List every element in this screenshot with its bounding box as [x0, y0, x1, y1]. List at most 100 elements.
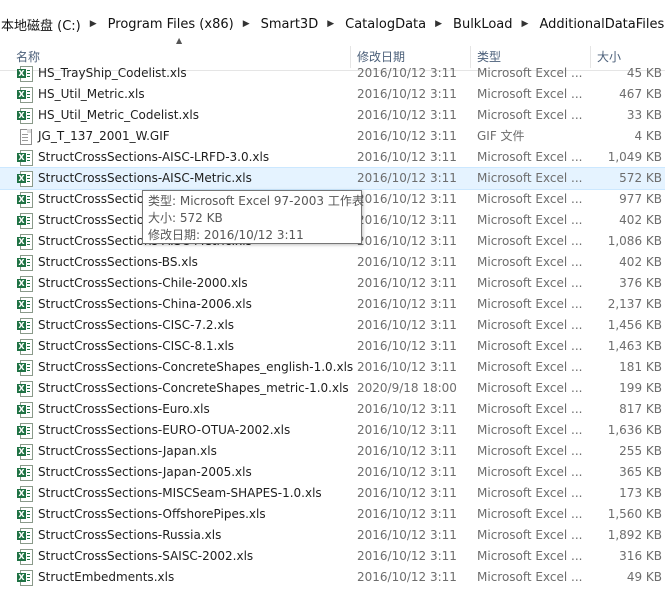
file-row[interactable]: X StructCrossSections-Euro.xls 2016/10/12 …: [0, 399, 665, 420]
address-bar[interactable]: 本地磁盘 (C:) ▶ Program Files (x86) ▶ Smart3D ▶ Ca…: [0, 0, 665, 44]
file-name: StructCrossSections-MISCSeam-SHAPES-1.0.…: [38, 486, 322, 500]
file-name: StructCrossSections-OffshorePipes.xls: [38, 507, 266, 521]
chevron-right-icon[interactable]: ▶: [522, 19, 529, 29]
chevron-right-icon[interactable]: ▶: [243, 19, 250, 29]
file-type: Microsoft Excel ...: [477, 360, 583, 374]
chevron-right-icon[interactable]: ▶: [90, 19, 97, 29]
file-date: 2016/10/12 3:11: [357, 108, 457, 122]
file-size: 4 KB: [634, 129, 662, 143]
file-row[interactable]: X StructCrossSections-ConcreteShapes_metr…: [0, 378, 665, 399]
file-row[interactable]: X StructCrossSections-AISC-Metric.xls 2016…: [0, 167, 665, 190]
file-type: Microsoft Excel ...: [477, 150, 583, 164]
file-date: 2016/10/12 3:11: [357, 213, 457, 227]
file-name: StructCrossSections-AISC-Metric.xls: [38, 171, 252, 185]
file-row[interactable]: X StructCrossSections-SAISC-2002.xls 2016/…: [0, 546, 665, 567]
chevron-right-icon[interactable]: ▶: [435, 19, 442, 29]
file-date: 2016/10/12 3:11: [357, 234, 457, 248]
file-row[interactable]: X StructCrossSections-OffshorePipes.xls 20…: [0, 504, 665, 525]
tooltip-type: 类型: Microsoft Excel 97-2003 工作表: [148, 194, 364, 208]
file-type: Microsoft Excel ...: [477, 549, 583, 563]
file-type: Microsoft Excel ...: [477, 339, 583, 353]
file-size: 1,049 KB: [607, 150, 662, 164]
breadcrumb-item[interactable]: AdditionalDataFiles: [538, 17, 665, 32]
file-size: 1,463 KB: [607, 339, 662, 353]
file-row[interactable]: X HS_Util_Metric_Codelist.xls 2016/10/12 3…: [0, 105, 665, 126]
breadcrumb-item[interactable]: CatalogData: [344, 17, 427, 32]
file-name: StructCrossSections-Japan-2005.xls: [38, 465, 252, 479]
file-name: JG_T_137_2001_W.GIF: [38, 129, 170, 143]
file-date: 2016/10/12 3:11: [357, 318, 457, 332]
excel-file-icon: X: [17, 570, 33, 586]
file-row[interactable]: X StructCrossSections-AISC-LRFD-3.0.xls 20…: [0, 147, 665, 168]
chevron-right-icon[interactable]: ▶: [327, 19, 334, 29]
file-row[interactable]: X StructCrossSections-MISCSeam-SHAPES-1.0…: [0, 483, 665, 504]
file-row[interactable]: X StructCrossSections-CISC-7.2.xls 2016/10…: [0, 315, 665, 336]
file-size: 1,086 KB: [607, 234, 662, 248]
file-date: 2016/10/12 3:11: [357, 255, 457, 269]
file-row[interactable]: X StructCrossSections-BS.xls 2016/10/12 3:…: [0, 252, 665, 273]
excel-file-icon: X: [17, 339, 33, 355]
file-type: Microsoft Excel ...: [477, 570, 583, 584]
file-size: 1,636 KB: [607, 423, 662, 437]
sort-ascending-icon: ▲: [176, 36, 183, 45]
file-date: 2016/10/12 3:11: [357, 87, 457, 101]
file-name: StructCrossSections-AISC-LRFD-3.0.xls: [38, 150, 270, 164]
file-size: 173 KB: [619, 486, 662, 500]
file-type: Microsoft Excel ...: [477, 444, 583, 458]
file-name: StructCrossSections-CISC-8.1.xls: [38, 339, 235, 353]
file-date: 2016/10/12 3:11: [357, 444, 457, 458]
file-date: 2016/10/12 3:11: [357, 339, 457, 353]
file-row[interactable]: X StructCrossSections-Japan-2005.xls 2016/…: [0, 462, 665, 483]
file-name: StructCrossSections-Euro.xls: [38, 402, 210, 416]
file-row[interactable]: X StructEmbedments.xls 2016/10/12 3:11 Micr…: [0, 567, 665, 588]
file-date: 2020/9/18 18:00: [357, 381, 457, 395]
file-size: 45 KB: [626, 66, 662, 80]
file-row[interactable]: X StructCrossSections-ConcreteShapes_engl…: [0, 357, 665, 378]
file-row[interactable]: X StructCrossSections-Chile-2000.xls 2016/…: [0, 273, 665, 294]
file-row[interactable]: JG_T_137_2001_W.GIF 2016/10/12 3:11 GIF 文件…: [0, 126, 665, 147]
excel-file-icon: X: [17, 87, 33, 103]
file-size: 49 KB: [626, 570, 662, 584]
file-type: Microsoft Excel ...: [477, 87, 583, 101]
file-row[interactable]: X StructCrossSections-China-2006.xls 2016/…: [0, 294, 665, 315]
file-size: 1,892 KB: [607, 528, 662, 542]
excel-file-icon: X: [17, 276, 33, 292]
file-name: StructCrossSections-BS.xls: [38, 255, 198, 269]
tooltip-date: 修改日期: 2016/10/12 3:11: [148, 228, 304, 242]
file-type: Microsoft Excel ...: [477, 66, 583, 80]
excel-file-icon: X: [17, 318, 33, 334]
file-row[interactable]: X StructCrossSections-Russia.xls 2016/10/1…: [0, 525, 665, 546]
file-size: 977 KB: [619, 192, 662, 206]
breadcrumb-item[interactable]: Smart3D: [260, 17, 320, 32]
file-size: 199 KB: [619, 381, 662, 395]
file-date: 2016/10/12 3:11: [357, 66, 457, 80]
excel-file-icon: X: [17, 549, 33, 565]
file-row[interactable]: X StructCrossSections-EURO-OTUA-2002.xls 2…: [0, 420, 665, 441]
file-size: 2,137 KB: [607, 297, 662, 311]
file-name: HS_TrayShip_Codelist.xls: [38, 66, 187, 80]
file-date: 2016/10/12 3:11: [357, 549, 457, 563]
gif-file-icon: [17, 129, 32, 145]
file-size: 1,560 KB: [607, 507, 662, 521]
file-row[interactable]: X HS_Util_Metric.xls 2016/10/12 3:11 Micros…: [0, 84, 665, 105]
file-date: 2016/10/12 3:11: [357, 171, 457, 185]
excel-file-icon: X: [17, 108, 33, 124]
file-row[interactable]: X HS_TrayShip_Codelist.xls 2016/10/12 3:11…: [0, 63, 665, 84]
file-name: StructCrossSections-ConcreteShapes_metri…: [38, 381, 349, 395]
breadcrumb-item[interactable]: Program Files (x86): [107, 17, 235, 32]
file-type: Microsoft Excel ...: [477, 507, 583, 521]
excel-file-icon: X: [17, 255, 33, 271]
file-date: 2016/10/12 3:11: [357, 297, 457, 311]
file-size: 572 KB: [619, 171, 662, 185]
file-info-tooltip: 类型: Microsoft Excel 97-2003 工作表 大小: 572 …: [142, 190, 364, 244]
breadcrumb-item[interactable]: 本地磁盘 (C:): [0, 15, 82, 34]
excel-file-icon: X: [17, 150, 33, 166]
breadcrumb-item[interactable]: BulkLoad: [452, 17, 513, 32]
excel-file-icon: X: [17, 66, 33, 82]
file-row[interactable]: X StructCrossSections-Japan.xls 2016/10/12…: [0, 441, 665, 462]
file-size: 1,456 KB: [607, 318, 662, 332]
file-type: Microsoft Excel ...: [477, 486, 583, 500]
file-row[interactable]: X StructCrossSections-CISC-8.1.xls 2016/10…: [0, 336, 665, 357]
file-date: 2016/10/12 3:11: [357, 507, 457, 521]
file-date: 2016/10/12 3:11: [357, 360, 457, 374]
